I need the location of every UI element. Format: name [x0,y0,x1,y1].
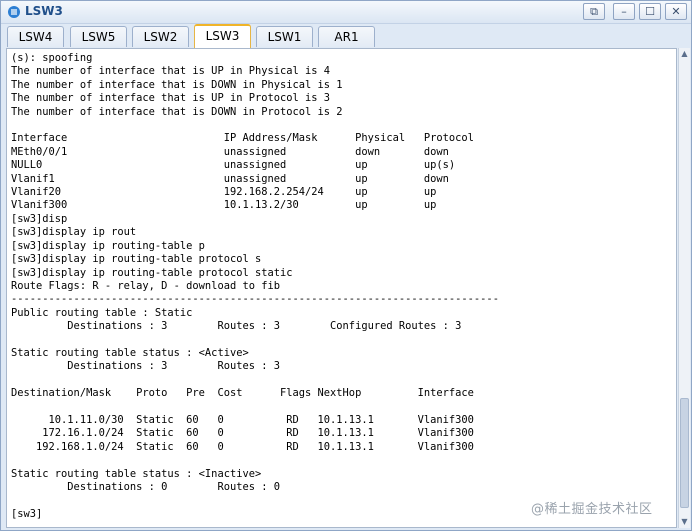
scroll-up-icon[interactable]: ▲ [679,48,690,60]
maximize-icon: ☐ [645,5,655,18]
tab-lsw3[interactable]: LSW3 [194,24,251,48]
restore-window-button[interactable]: ⧉ [583,3,605,20]
terminal-output: (s): spoofing The number of interface th… [11,52,499,521]
terminal-line: Destination/Mask Proto Pre Cost Flags Ne… [11,387,474,400]
tab-ar1[interactable]: AR1 [318,26,375,47]
terminal-line: Vlanif20 192.168.2.254/24 up up [11,186,437,199]
terminal-line: ----------------------------------------… [11,293,499,306]
close-button[interactable]: ✕ [665,3,687,20]
tab-lsw2[interactable]: LSW2 [132,26,189,47]
scrollbar-thumb[interactable] [680,398,689,508]
watermark: @稀土掘金技术社区 [531,502,653,517]
terminal-line: Public routing table : Static [11,306,193,319]
window-title: LSW3 [25,4,63,18]
terminal-line: The number of interface that is UP in Ph… [11,65,331,78]
tab-lsw1[interactable]: LSW1 [256,26,313,47]
terminal-console[interactable]: (s): spoofing The number of interface th… [6,48,677,528]
terminal-line: NULL0 unassigned up up(s) [11,159,456,172]
terminal-line: 172.16.1.0/24 Static 60 0 RD 10.1.13.1 V… [11,427,474,440]
terminal-line: [sw3]display ip routing-table protocol s [11,253,262,266]
terminal-line: (s): spoofing [11,52,93,64]
terminal-line: 10.1.11.0/30 Static 60 0 RD 10.1.13.1 Vl… [11,413,474,426]
terminal-line: MEth0/0/1 unassigned down down [11,145,449,158]
minimize-button[interactable]: – [613,3,635,20]
close-icon: ✕ [671,5,681,18]
terminal-window: LSW3 ⧉ – ☐ ✕ LSW4 LSW5 LSW2 LSW3 LSW1 AR… [0,0,692,531]
minimize-icon: – [621,5,627,18]
terminal-line: Vlanif300 10.1.13.2/30 up up [11,199,437,212]
terminal-line: [sw3]display ip routing-table p [11,239,205,252]
terminal-line: Static routing table status : <Active> [11,346,249,359]
terminal-line: [sw3]disp [11,212,68,225]
maximize-button[interactable]: ☐ [639,3,661,20]
terminal-line: [sw3]display ip routing-table protocol s… [11,266,293,279]
terminal-line: Destinations : 0 Routes : 0 [11,481,280,493]
terminal-line: The number of interface that is DOWN in … [11,105,343,118]
terminal-line: Interface IP Address/Mask Physical Proto… [11,132,474,145]
tab-lsw4[interactable]: LSW4 [7,26,64,47]
vertical-scrollbar[interactable]: ▲ ▼ [678,48,690,528]
restore-icon: ⧉ [590,4,598,18]
device-tab-bar: LSW4 LSW5 LSW2 LSW3 LSW1 AR1 [1,24,691,48]
terminal-line: Route Flags: R - relay, D - download to … [11,279,280,292]
terminal-line: The number of interface that is UP in Pr… [11,92,331,105]
tab-lsw5[interactable]: LSW5 [70,26,127,47]
terminal-line: The number of interface that is DOWN in … [11,78,343,91]
terminal-line: [sw3] [11,507,43,520]
scroll-down-icon[interactable]: ▼ [679,516,690,528]
terminal-line: [sw3]display ip rout [11,226,137,239]
terminal-line: 192.168.1.0/24 Static 60 0 RD 10.1.13.1 … [11,440,474,453]
terminal-line: Destinations : 3 Routes : 3 Configured R… [11,320,462,333]
title-bar[interactable]: LSW3 ⧉ – ☐ ✕ [1,1,691,24]
terminal-line: Vlanif1 unassigned up down [11,172,449,185]
ensp-device-icon [8,6,20,18]
terminal-line: Static routing table status : <Inactive> [11,467,262,480]
terminal-line: Destinations : 3 Routes : 3 [11,360,280,373]
